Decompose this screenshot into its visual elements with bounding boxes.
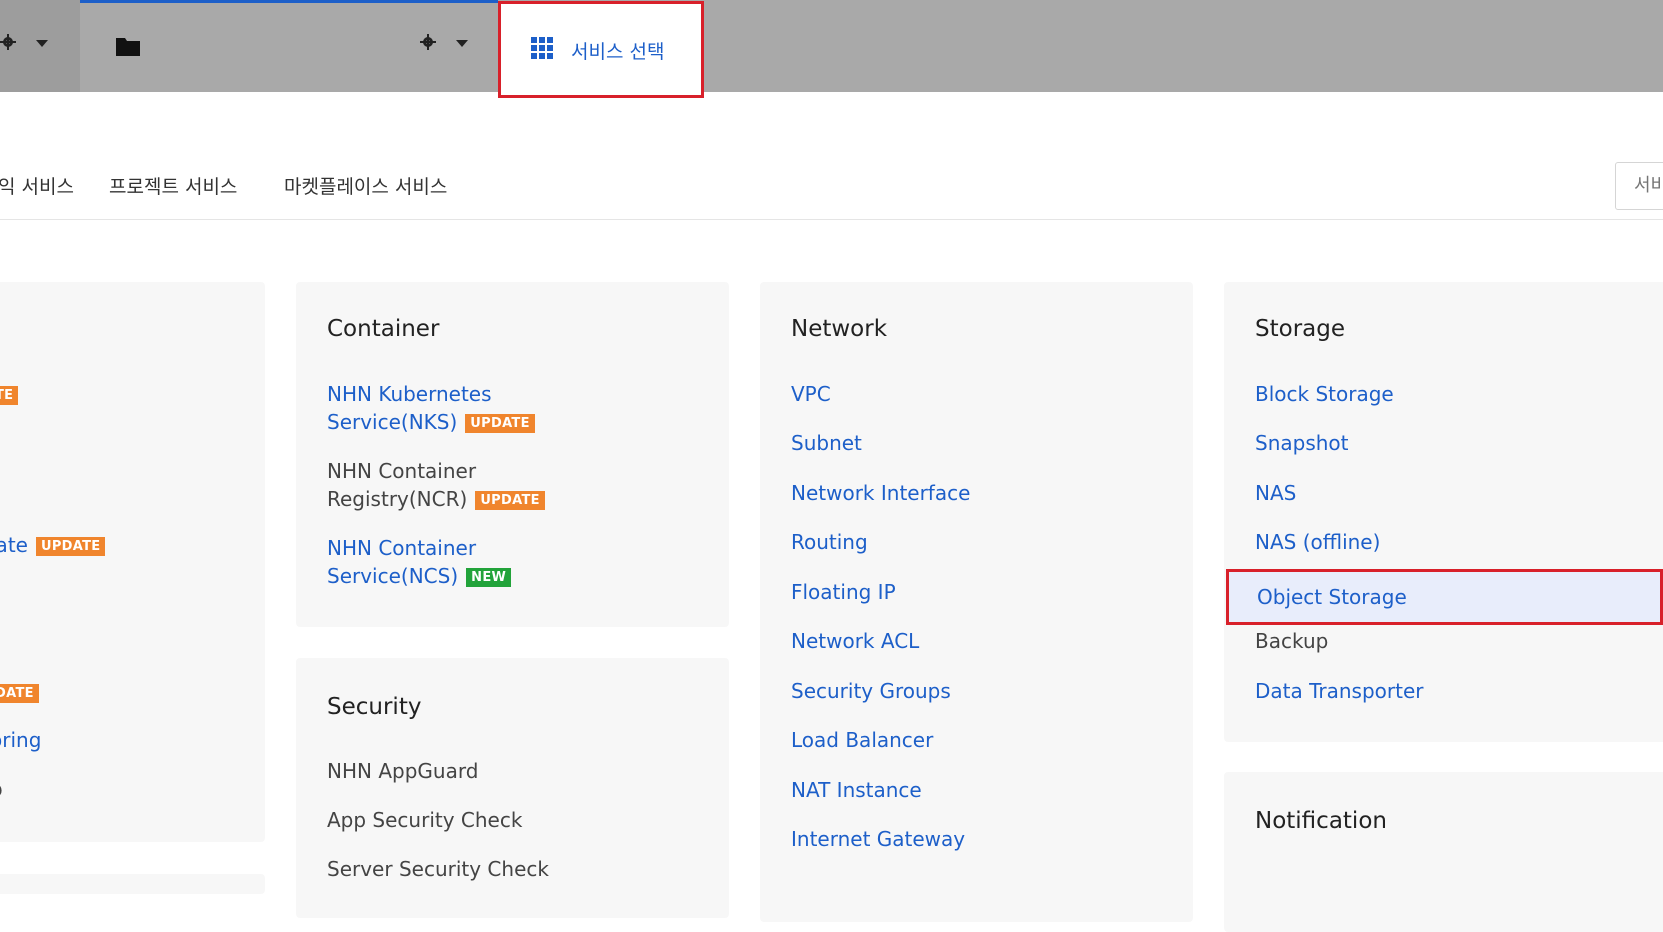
panel-title: Storage bbox=[1255, 316, 1345, 342]
storage-panel: Storage Block Storage Snapshot NAS NAS (… bbox=[1224, 282, 1663, 742]
list-item[interactable]: Load Balancer bbox=[791, 726, 933, 754]
folder-icon bbox=[116, 38, 140, 56]
tab-marketplace-services[interactable]: 마켓플레이스 서비스 bbox=[284, 172, 447, 199]
list-item[interactable]: TE bbox=[0, 380, 19, 408]
list-item[interactable]: oring bbox=[0, 726, 41, 754]
grid-icon bbox=[531, 37, 553, 59]
list-item[interactable]: Floating IP bbox=[791, 578, 896, 606]
chevron-down-icon bbox=[36, 40, 48, 47]
list-item[interactable]: Block Storage bbox=[1255, 380, 1394, 408]
panel-title: Container bbox=[327, 316, 440, 342]
list-item[interactable]: NAS (offline) bbox=[1255, 528, 1380, 556]
network-panel: Network VPC Subnet Network Interface Rou… bbox=[760, 282, 1193, 922]
update-badge: UPDATE bbox=[35, 537, 106, 556]
gear-icon bbox=[0, 34, 16, 50]
update-badge: TE bbox=[0, 386, 19, 405]
notification-panel: Notification bbox=[1224, 772, 1663, 932]
update-badge: UPDATE bbox=[475, 491, 545, 510]
panel-title: Network bbox=[791, 316, 888, 342]
project-selector[interactable] bbox=[80, 0, 498, 92]
security-panel: Security NHN AppGuard App Security Check… bbox=[296, 658, 729, 918]
compute-panel: TE lateUPDATE DATE oring p bbox=[0, 282, 265, 842]
list-item[interactable]: p bbox=[0, 775, 3, 803]
list-item[interactable]: NHN AppGuard bbox=[327, 757, 478, 785]
divider bbox=[0, 219, 1663, 220]
service-search[interactable] bbox=[1615, 162, 1663, 210]
new-badge: NEW bbox=[466, 568, 512, 587]
list-item[interactable]: NAT Instance bbox=[791, 776, 922, 804]
category-tabs: 익 서비스 프로젝트 서비스 마켓플레이스 서비스 bbox=[0, 172, 1663, 202]
list-item[interactable]: Network Interface bbox=[791, 479, 970, 507]
gear-icon[interactable] bbox=[420, 34, 436, 50]
panel-title: Security bbox=[327, 694, 422, 720]
list-item[interactable]: App Security Check bbox=[327, 806, 522, 834]
list-item[interactable]: NHN Kubernetes Service(NKS) UPDATE bbox=[327, 380, 535, 436]
list-item[interactable]: Network ACL bbox=[791, 627, 919, 655]
top-bar: 서비스 선택 bbox=[0, 0, 1663, 98]
tab-project-services[interactable]: 프로젝트 서비스 bbox=[109, 172, 237, 199]
chevron-down-icon bbox=[456, 40, 468, 47]
update-badge: DATE bbox=[0, 684, 39, 703]
tab-basic-services[interactable]: 익 서비스 bbox=[0, 172, 74, 199]
region-selector[interactable] bbox=[0, 0, 80, 92]
service-select-tab[interactable]: 서비스 선택 bbox=[498, 1, 704, 98]
service-select-label: 서비스 선택 bbox=[571, 41, 665, 63]
list-item[interactable]: NAS bbox=[1255, 479, 1296, 507]
list-item[interactable]: DATE bbox=[0, 678, 39, 706]
list-item[interactable]: Subnet bbox=[791, 429, 862, 457]
container-panel: Container NHN Kubernetes Service(NKS) UPD… bbox=[296, 282, 729, 627]
list-item[interactable]: VPC bbox=[791, 380, 831, 408]
list-item[interactable]: Backup bbox=[1255, 627, 1328, 655]
panel-stub bbox=[0, 874, 265, 894]
search-input[interactable] bbox=[1634, 175, 1663, 196]
object-storage-item[interactable]: Object Storage bbox=[1226, 569, 1663, 625]
panel-title: Notification bbox=[1255, 808, 1387, 834]
list-item[interactable]: Internet Gateway bbox=[791, 825, 965, 853]
list-item[interactable]: Data Transporter bbox=[1255, 677, 1424, 705]
list-item[interactable]: Server Security Check bbox=[327, 855, 549, 883]
list-item[interactable]: Security Groups bbox=[791, 677, 951, 705]
list-item[interactable]: Routing bbox=[791, 528, 868, 556]
list-item[interactable]: lateUPDATE bbox=[0, 531, 106, 559]
list-item-label: Object Storage bbox=[1257, 585, 1407, 609]
update-badge: UPDATE bbox=[465, 414, 535, 433]
list-item[interactable]: NHN Container Service(NCS) NEW bbox=[327, 534, 512, 590]
list-item[interactable]: Snapshot bbox=[1255, 429, 1349, 457]
list-item[interactable]: NHN Container Registry(NCR) UPDATE bbox=[327, 457, 545, 513]
